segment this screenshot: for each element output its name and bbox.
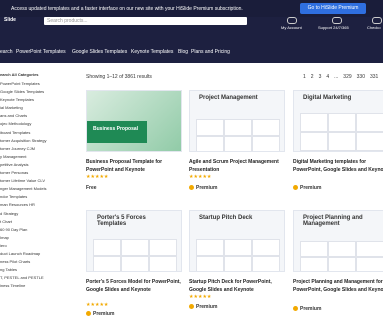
card-title[interactable]: Project Planning and Management for Powe… bbox=[293, 278, 383, 294]
category-sidebar: earch All Categories PowerPoint Template… bbox=[0, 72, 80, 290]
crown-icon bbox=[86, 311, 91, 317]
sidebar-item[interactable]: PowerPoint Templates bbox=[0, 80, 80, 88]
product-thumbnail[interactable]: Digital Marketing bbox=[293, 90, 383, 152]
nav-item-powerpoint[interactable]: PowerPoint Templates bbox=[16, 49, 66, 55]
sidebar-item[interactable]: Keynote Templates bbox=[0, 96, 80, 104]
product-thumbnail[interactable]: Startup Pitch Deck bbox=[189, 210, 285, 272]
card-title[interactable]: Startup Pitch Deck for PowerPoint, Googl… bbox=[189, 278, 285, 294]
sidebar-item[interactable]: ness Pilot Charts bbox=[0, 258, 80, 266]
page-link[interactable]: 330 bbox=[357, 74, 365, 80]
thumbnail-title: Business Proposal bbox=[93, 126, 139, 132]
rating-stars: ★★★★★ bbox=[189, 294, 212, 300]
nav-item-blog[interactable]: Blog bbox=[178, 49, 188, 55]
thumbnail-title: Project Planning and Management bbox=[303, 215, 363, 227]
sidebar-item[interactable]: iness Timeline bbox=[0, 282, 80, 290]
search-input[interactable]: Search products... bbox=[44, 17, 247, 25]
sidebar-item[interactable]: 60 90 Day Plan bbox=[0, 226, 80, 234]
product-thumbnail[interactable]: Porter's 5 Forces Templates bbox=[86, 210, 182, 272]
thumbnail-title: Project Management bbox=[199, 95, 258, 101]
site-header: Slide Search products... My Account Supp… bbox=[0, 17, 383, 39]
promo-banner: Access updated templates and a faster in… bbox=[0, 0, 383, 17]
sidebar-item[interactable]: Imap bbox=[0, 234, 80, 242]
support-icon[interactable] bbox=[332, 17, 342, 24]
sidebar-item[interactable]: ojec Methodology bbox=[0, 120, 80, 128]
support-link[interactable]: Support 24/7/365 bbox=[318, 25, 349, 30]
sidebar-title: earch All Categories bbox=[0, 72, 39, 77]
premium-tag: Premium bbox=[189, 185, 217, 191]
sidebar-item[interactable]: petitive Analysis bbox=[0, 161, 80, 169]
premium-tag: Premium bbox=[189, 304, 217, 310]
product-thumbnail[interactable]: Project Planning and Management bbox=[293, 210, 383, 272]
page-link[interactable]: 329 bbox=[343, 74, 351, 80]
sidebar-item[interactable]: ng Tables bbox=[0, 266, 80, 274]
account-icon[interactable] bbox=[287, 17, 297, 24]
sidebar-item[interactable]: T, PESTEL and PESTLE bbox=[0, 274, 80, 282]
thumbnail-title: Startup Pitch Deck bbox=[199, 215, 253, 221]
results-count: Showing 1–12 of 3861 results bbox=[86, 74, 152, 80]
rating-stars: ★★★★★ bbox=[86, 302, 109, 308]
card-title[interactable]: Digital Marketing templates for PowerPoi… bbox=[293, 158, 383, 174]
page-ellipsis: ... bbox=[334, 74, 339, 80]
nav-item-google-slides[interactable]: Google Slides Templates bbox=[72, 49, 127, 55]
sidebar-item[interactable]: nger Management Models bbox=[0, 185, 80, 193]
promo-message: Access updated templates and a faster in… bbox=[11, 6, 243, 12]
sidebar-item[interactable]: d Strategy bbox=[0, 210, 80, 218]
card-title[interactable]: Business Proposal Template for PowerPoin… bbox=[86, 158, 182, 174]
sidebar-item[interactable]: ial Marketing bbox=[0, 104, 80, 112]
rating-stars: ★★★★★ bbox=[189, 174, 212, 180]
rating-stars: ★★★★★ bbox=[86, 174, 109, 180]
nav-item-keynote[interactable]: Keynote Templates bbox=[131, 49, 173, 55]
sidebar-item[interactable]: ndor Templates bbox=[0, 193, 80, 201]
sidebar-item[interactable]: tomer Journey CJM bbox=[0, 145, 80, 153]
page-link[interactable]: 1 bbox=[303, 74, 306, 80]
page-link[interactable]: 4 bbox=[326, 74, 329, 80]
premium-tag: Premium bbox=[86, 311, 114, 317]
sidebar-item[interactable]: iero bbox=[0, 242, 80, 250]
cart-icon[interactable] bbox=[372, 17, 382, 24]
sidebar-item[interactable]: tomer Acquisition Strategy bbox=[0, 137, 80, 145]
sidebar-item[interactable]: t Chart bbox=[0, 218, 80, 226]
checkout-link[interactable]: Checko bbox=[367, 25, 381, 30]
card-title[interactable]: Agile and Scrum Project Management Prese… bbox=[189, 158, 285, 174]
sidebar-item[interactable]: y Management bbox=[0, 153, 80, 161]
sidebar-item[interactable]: tomer Lifetime Value CLV bbox=[0, 177, 80, 185]
price-tag: Free bbox=[86, 185, 97, 191]
product-thumbnail[interactable]: Project Management bbox=[189, 90, 285, 152]
pagination: 1 2 3 4... 329 330 331 bbox=[303, 74, 383, 80]
sidebar-item[interactable]: tomer Personas bbox=[0, 169, 80, 177]
card-title[interactable]: Porter's 5 Forces Model for PowerPoint, … bbox=[86, 278, 182, 294]
page-link[interactable]: 2 bbox=[311, 74, 314, 80]
crown-icon bbox=[189, 185, 194, 191]
account-link[interactable]: My Account bbox=[281, 25, 302, 30]
sidebar-item[interactable]: iboard Templates bbox=[0, 129, 80, 137]
logo[interactable]: Slide bbox=[4, 17, 16, 23]
crown-icon bbox=[293, 185, 298, 191]
sidebar-item[interactable]: man Resources HR bbox=[0, 201, 80, 209]
premium-tag: Premium bbox=[293, 185, 321, 191]
page-link[interactable]: 3 bbox=[319, 74, 322, 80]
nav-item-pricing[interactable]: Plans and Pricing bbox=[191, 49, 230, 55]
crown-icon bbox=[189, 304, 194, 310]
crown-icon bbox=[293, 306, 298, 312]
thumbnail-title: Porter's 5 Forces Templates bbox=[97, 215, 146, 227]
main-nav: earch PowerPoint Templates Google Slides… bbox=[0, 39, 383, 63]
sidebar-item[interactable]: duct Launch Roadmap bbox=[0, 250, 80, 258]
product-thumbnail[interactable]: Business Proposal bbox=[86, 90, 182, 152]
page-link[interactable]: 331 bbox=[370, 74, 378, 80]
sidebar-item[interactable]: ans and Charts bbox=[0, 112, 80, 120]
nav-item-search[interactable]: earch bbox=[0, 49, 13, 55]
sidebar-item[interactable]: Google Slides Templates bbox=[0, 88, 80, 96]
thumbnail-title: Digital Marketing bbox=[303, 95, 352, 101]
go-premium-button[interactable]: Go to HiSlide Premium bbox=[300, 3, 366, 14]
premium-tag: Premium bbox=[293, 306, 321, 312]
